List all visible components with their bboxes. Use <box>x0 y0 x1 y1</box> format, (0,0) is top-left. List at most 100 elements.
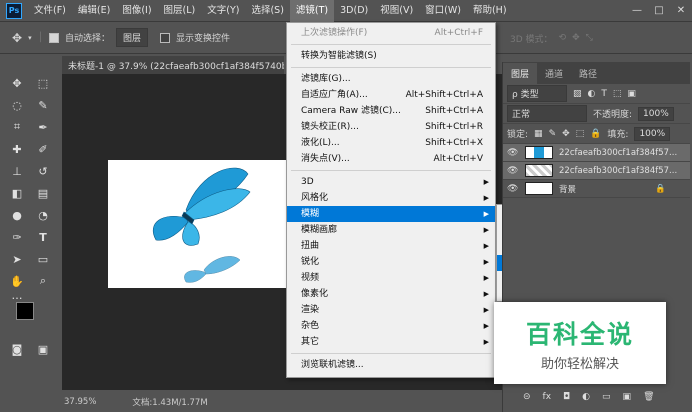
lasso-tool-icon[interactable]: ◌ <box>8 96 26 114</box>
menu-item[interactable]: 编辑(E) <box>72 0 116 22</box>
screen-mode-icon[interactable]: ▣ <box>34 340 52 358</box>
layer-row[interactable]: 👁 背景 🔒 <box>503 180 690 198</box>
link-layers-icon[interactable]: ⊝ <box>523 392 531 402</box>
fx-icon[interactable]: fx <box>543 392 552 402</box>
fill-field[interactable]: 100% <box>634 126 671 141</box>
history-brush-tool-icon[interactable]: ↺ <box>34 162 52 180</box>
filter-menu-item[interactable]: 锐化 ▶ <box>287 254 495 270</box>
menu-item[interactable]: 视图(V) <box>374 0 419 22</box>
pen-tool-icon[interactable]: ✑ <box>8 228 26 246</box>
show-transform-checkbox[interactable] <box>160 32 171 43</box>
filter-shape-icon[interactable]: ⬚ <box>613 89 622 99</box>
lock-transparent-icon[interactable]: ▦ <box>534 129 543 139</box>
blur-tool-icon[interactable]: ● <box>8 206 26 224</box>
new-layer-icon[interactable]: ▣ <box>623 392 632 402</box>
lock-pixels-icon[interactable]: ✎ <box>549 129 557 139</box>
type-tool-icon[interactable]: T <box>34 228 52 246</box>
maximize-button[interactable]: □ <box>648 5 670 16</box>
filter-menu-item[interactable]: 滤镜库(G)... <box>287 71 495 87</box>
brush-tool-icon[interactable]: ✐ <box>34 140 52 158</box>
zoom-tool-icon[interactable]: ⌕ <box>34 272 52 290</box>
filter-menu-item[interactable]: 浏览联机滤镜... <box>287 357 495 373</box>
filter-menu-item[interactable]: 模糊画廊 ▶ <box>287 222 495 238</box>
menu-item[interactable]: 帮助(H) <box>467 0 513 22</box>
layer-row[interactable]: 👁 22cfaeafb300cf1af384f57... <box>503 144 690 162</box>
auto-select-dropdown[interactable]: 图层 <box>116 28 149 47</box>
tab-layers[interactable]: 图层 <box>503 63 538 84</box>
opacity-field[interactable]: 100% <box>638 106 674 121</box>
tab-paths[interactable]: 路径 <box>571 63 605 84</box>
menu-item[interactable]: 文件(F) <box>28 0 72 22</box>
move-tool-dropdown-icon[interactable]: ▾ <box>28 34 32 42</box>
filter-adjust-icon[interactable]: ◐ <box>588 89 596 99</box>
adjustment-layer-icon[interactable]: ◐ <box>582 392 590 402</box>
shape-tool-icon[interactable]: ▭ <box>34 250 52 268</box>
visibility-eye-icon[interactable]: 👁 <box>507 148 519 158</box>
filter-smart-icon[interactable]: ▣ <box>627 89 636 99</box>
lock-position-icon[interactable]: ✥ <box>562 129 570 139</box>
menu-item[interactable]: 3D(D) <box>334 0 374 22</box>
foreground-color-swatch[interactable] <box>16 302 34 320</box>
filter-menu-item[interactable]: 液化(L)... Shift+Ctrl+X <box>287 135 495 151</box>
filter-menu-item[interactable]: 自适应广角(A)... Alt+Shift+Ctrl+A <box>287 87 495 103</box>
quick-mask-icon[interactable]: ◙ <box>8 340 26 358</box>
new-group-icon[interactable]: ▭ <box>602 392 611 402</box>
clone-stamp-tool-icon[interactable]: ⊥ <box>8 162 26 180</box>
filter-menu-item[interactable]: 渲染 ▶ <box>287 302 495 318</box>
menu-item[interactable]: 文字(Y) <box>201 0 245 22</box>
filter-menu-item[interactable]: 扭曲 ▶ <box>287 238 495 254</box>
menu-item[interactable]: 滤镜(T) <box>289 0 335 22</box>
menu-item[interactable]: 图层(L) <box>158 0 202 22</box>
document-info[interactable]: 文档:1.43M/1.77M <box>132 396 207 408</box>
move-tool-icon[interactable]: ✥ <box>8 74 26 92</box>
filter-menu-item[interactable]: 像素化 ▶ <box>287 286 495 302</box>
filter-menu-item[interactable]: 视频 ▶ <box>287 270 495 286</box>
visibility-eye-icon[interactable]: 👁 <box>507 166 519 176</box>
add-mask-icon[interactable]: ◘ <box>563 392 570 402</box>
menu-item-label: 视频 <box>301 273 320 283</box>
eraser-tool-icon[interactable]: ◧ <box>8 184 26 202</box>
gradient-tool-icon[interactable]: ▤ <box>34 184 52 202</box>
3d-scale-icon[interactable]: ⤡ <box>586 33 593 43</box>
document-canvas[interactable] <box>108 160 290 288</box>
marquee-tool-icon[interactable]: ⬚ <box>34 74 52 92</box>
watermark-title: 百科全说 <box>525 319 634 349</box>
visibility-eye-icon[interactable]: 👁 <box>507 184 519 194</box>
quick-select-tool-icon[interactable]: ✎ <box>34 96 52 114</box>
filter-menu-item[interactable]: 杂色 ▶ <box>287 318 495 334</box>
layer-row[interactable]: 👁 22cfaeafb300cf1af384f57... <box>503 162 690 180</box>
eyedropper-tool-icon[interactable]: ✒ <box>34 118 52 136</box>
filter-menu-item[interactable]: 模糊 ▶ <box>287 206 495 222</box>
filter-menu-item[interactable]: 风格化 ▶ <box>287 190 495 206</box>
auto-select-checkbox[interactable] <box>49 32 59 43</box>
layer-kind-filter[interactable]: ρ 类型 <box>507 85 567 102</box>
filter-menu-item[interactable]: 3D ▶ <box>287 174 495 190</box>
document-tab[interactable]: 未标题-1 @ 37.9% (22cfaeafb300cf1af384f5740… <box>62 56 284 74</box>
filter-menu-item[interactable]: 转换为智能滤镜(S) <box>287 48 495 64</box>
filter-menu-item[interactable]: 消失点(V)... Alt+Ctrl+V <box>287 151 495 167</box>
crop-tool-icon[interactable]: ⌗ <box>8 118 26 136</box>
blend-mode-dropdown[interactable]: 正常 <box>507 105 587 122</box>
submenu-arrow-icon: ▶ <box>483 258 489 266</box>
move-tool-icon[interactable]: ✥ <box>12 31 22 45</box>
menu-item[interactable]: 选择(S) <box>245 0 289 22</box>
filter-type-icon[interactable]: T <box>601 89 607 99</box>
zoom-level[interactable]: 37.95% <box>64 397 96 407</box>
filter-menu-item[interactable]: 镜头校正(R)... Shift+Ctrl+R <box>287 119 495 135</box>
filter-menu-item[interactable]: Camera Raw 滤镜(C)... Shift+Ctrl+A <box>287 103 495 119</box>
close-button[interactable]: ✕ <box>670 5 692 16</box>
healing-brush-tool-icon[interactable]: ✚ <box>8 140 26 158</box>
minimize-button[interactable]: — <box>626 5 648 16</box>
menu-item[interactable]: 窗口(W) <box>419 0 467 22</box>
delete-layer-icon[interactable]: 🗑 <box>643 392 654 402</box>
dodge-tool-icon[interactable]: ◔ <box>34 206 52 224</box>
tab-channels[interactable]: 通道 <box>537 63 571 84</box>
lock-artboard-icon[interactable]: ⬚ <box>576 129 585 139</box>
menu-item[interactable]: 图像(I) <box>116 0 157 22</box>
3d-pan-icon[interactable]: ✥ <box>572 33 580 43</box>
path-select-tool-icon[interactable]: ➤ <box>8 250 26 268</box>
filter-menu-item[interactable]: 其它 ▶ <box>287 334 495 350</box>
lock-all-icon[interactable]: 🔒 <box>590 129 601 139</box>
3d-orbit-icon[interactable]: ⟲ <box>559 33 567 43</box>
filter-pixel-icon[interactable]: ▨ <box>573 89 582 99</box>
